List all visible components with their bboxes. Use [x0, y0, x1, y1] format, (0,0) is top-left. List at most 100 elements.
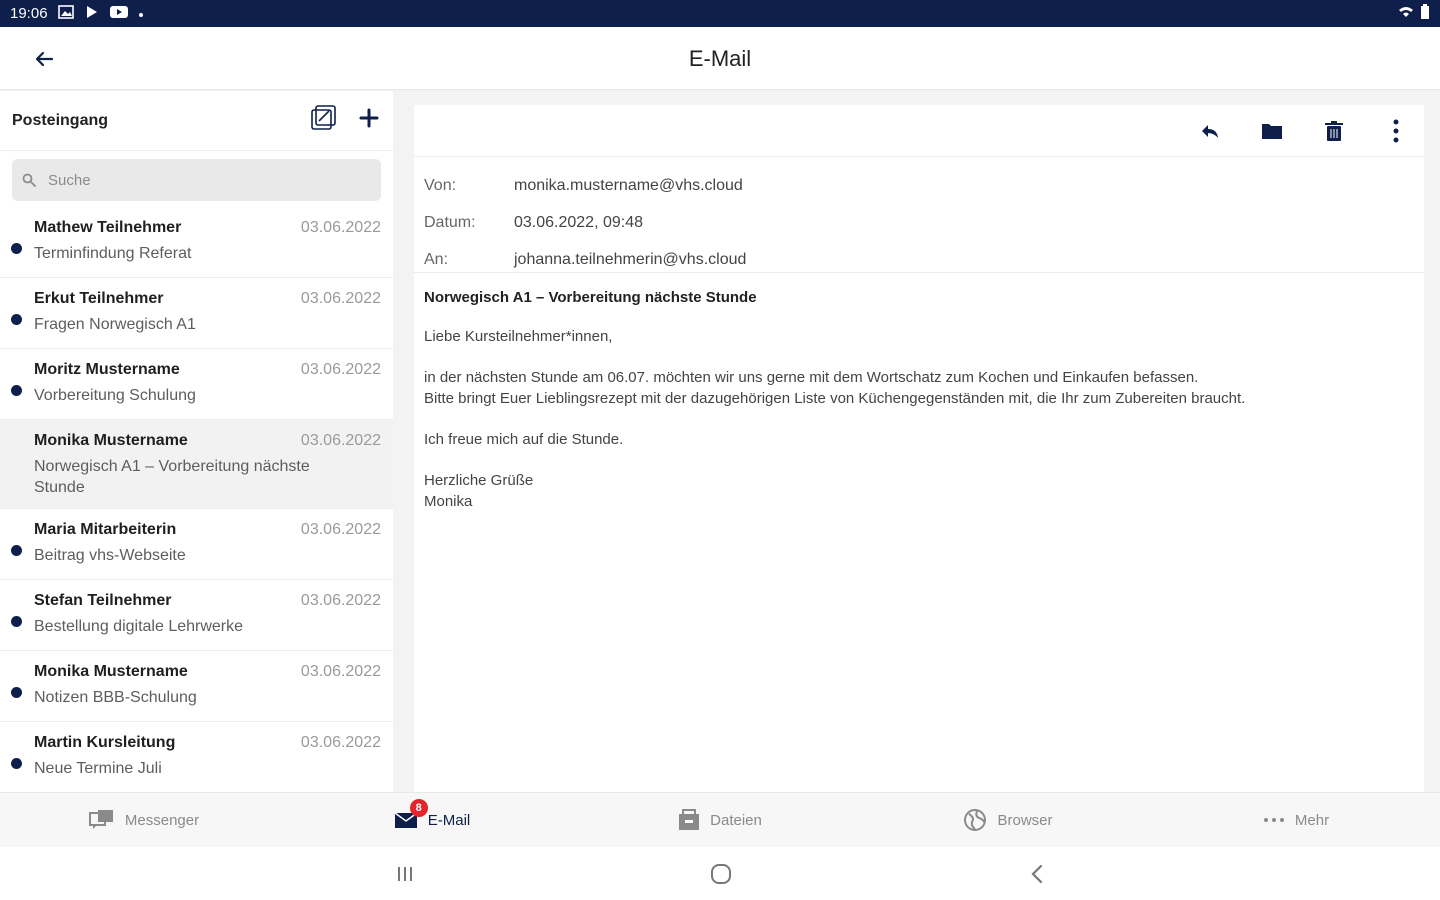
- nav-label: Browser: [997, 811, 1053, 829]
- mail-date: 03.06.2022: [300, 290, 381, 307]
- message-closing: Herzliche Grüße Monika: [424, 470, 1414, 512]
- gallery-icon: [57, 4, 74, 23]
- mail-date: 03.06.2022: [300, 432, 381, 449]
- notification-dot-icon: [138, 5, 144, 22]
- mail-list-item[interactable]: Moritz Mustername 03.06.2022 Vorbereitun…: [0, 349, 393, 420]
- nav-browser[interactable]: Browser: [864, 793, 1152, 847]
- unread-count-badge: 8: [409, 799, 428, 817]
- mail-date: 03.06.2022: [300, 521, 381, 538]
- battery-icon: [1420, 3, 1430, 24]
- date-value: 03.06.2022, 09:48: [514, 213, 644, 231]
- browser-icon: [964, 809, 987, 831]
- unread-dot: [11, 545, 22, 556]
- search-input[interactable]: [48, 171, 348, 189]
- message-line: Bitte bringt Euer Lieblingsrezept mit de…: [424, 390, 1246, 407]
- pane-divider: [393, 91, 414, 792]
- chevron-left-icon: [1031, 864, 1043, 884]
- home-icon: [711, 864, 731, 884]
- from-value[interactable]: monika.mustername@vhs.cloud: [514, 177, 743, 195]
- messenger-icon: [88, 810, 113, 829]
- delete-button[interactable]: [1322, 119, 1346, 143]
- nav-files[interactable]: Dateien: [576, 793, 864, 847]
- mail-date: 03.06.2022: [300, 361, 381, 378]
- mail-subject: Vorbereitung Schulung: [34, 387, 196, 404]
- search-bar: [12, 159, 381, 201]
- to-value[interactable]: johanna.teilnehmerin@vhs.cloud: [514, 251, 746, 269]
- folder-title: Posteingang: [12, 111, 109, 129]
- plus-icon: [359, 108, 379, 128]
- reply-icon: [1202, 124, 1218, 138]
- date-label: Datum:: [424, 213, 476, 231]
- status-time: 19:06: [10, 5, 48, 22]
- mail-sender: Martin Kursleitung: [34, 734, 176, 751]
- nav-email[interactable]: 8 E-Mail: [288, 793, 576, 847]
- reply-button[interactable]: [1198, 119, 1222, 143]
- mail-subject: Norwegisch A1 – Vorbereitung nächste Stu…: [34, 458, 310, 496]
- recent-apps-icon: [398, 867, 412, 881]
- message-subject: Norwegisch A1 – Vorbereitung nächste Stu…: [424, 289, 757, 306]
- recent-apps-button[interactable]: [390, 861, 420, 887]
- more-options-button[interactable]: [1384, 119, 1408, 143]
- status-bar: 19:06: [0, 0, 1440, 27]
- mail-list-item[interactable]: Maria Mitarbeiterin 03.06.2022 Beitrag v…: [0, 509, 393, 580]
- mail-sender: Mathew Teilnehmer: [34, 219, 182, 236]
- mail-list-item[interactable]: Stefan Teilnehmer 03.06.2022 Bestellung …: [0, 580, 393, 651]
- unread-dot: [11, 687, 22, 698]
- mail-list-pane: Posteingang Mathew Teilnehmer 03.06.2022…: [0, 91, 393, 792]
- from-label: Von:: [424, 176, 457, 194]
- closing-text: Herzliche Grüße: [424, 472, 534, 489]
- mail-list-item[interactable]: Mathew Teilnehmer 03.06.2022 Terminfindu…: [0, 207, 393, 278]
- mail-sender: Monika Mustername: [34, 663, 188, 680]
- nav-label: Dateien: [710, 811, 762, 829]
- nav-more[interactable]: Mehr: [1152, 793, 1440, 847]
- youtube-icon: [109, 5, 128, 23]
- search-icon: [22, 173, 36, 187]
- mail-date: 03.06.2022: [300, 219, 381, 236]
- signature-text: Monika: [424, 493, 473, 510]
- mail-list-item[interactable]: Erkut Teilnehmer 03.06.2022 Fragen Norwe…: [0, 278, 393, 349]
- compose-button[interactable]: [359, 108, 379, 133]
- date-row: Datum: 03.06.2022, 09:48: [424, 204, 1414, 241]
- mail-sender: Monika Mustername: [34, 432, 188, 449]
- message-paragraph: Ich freue mich auf die Stunde.: [424, 431, 624, 448]
- trash-icon: [1325, 120, 1343, 141]
- mail-list-item-selected[interactable]: Monika Mustername 03.06.2022 Norwegisch …: [0, 420, 393, 509]
- folder-icon: [1262, 123, 1282, 139]
- system-navigation-bar: [0, 847, 1440, 900]
- more-horizontal-icon: [1263, 818, 1284, 822]
- mail-subject: Terminfindung Referat: [34, 245, 192, 262]
- mail-subject: Fragen Norwegisch A1: [34, 316, 196, 333]
- message-reader: Von: monika.mustername@vhs.cloud Datum: …: [414, 105, 1424, 792]
- mail-date: 03.06.2022: [300, 734, 381, 751]
- page-title: E-Mail: [688, 46, 752, 71]
- mail-sender: Maria Mitarbeiterin: [34, 521, 177, 538]
- select-mode-button[interactable]: [309, 104, 337, 137]
- to-label: An:: [424, 250, 449, 268]
- unread-dot: [11, 314, 22, 325]
- wifi-icon: [1398, 5, 1414, 23]
- files-icon: [679, 809, 700, 830]
- move-to-folder-button[interactable]: [1260, 119, 1284, 143]
- mail-list-item[interactable]: Monika Mustername 03.06.2022 Notizen BBB…: [0, 651, 393, 722]
- nav-messenger[interactable]: Messenger: [0, 793, 288, 847]
- unread-dot: [11, 243, 22, 254]
- edit-select-icon: [311, 105, 336, 130]
- unread-dot: [11, 758, 22, 769]
- message-meta: Von: monika.mustername@vhs.cloud Datum: …: [414, 157, 1424, 273]
- home-button[interactable]: [706, 861, 736, 887]
- system-back-button[interactable]: [1022, 861, 1052, 887]
- mail-date: 03.06.2022: [300, 663, 381, 680]
- mail-subject: Beitrag vhs-Webseite: [34, 547, 186, 564]
- mail-subject: Notizen BBB-Schulung: [34, 689, 197, 706]
- mail-list-item[interactable]: Martin Kursleitung 03.06.2022 Neue Termi…: [0, 722, 393, 792]
- mail-date: 03.06.2022: [300, 592, 381, 609]
- mail-subject: Neue Termine Juli: [34, 760, 162, 777]
- message-toolbar: [414, 105, 1424, 157]
- nav-label: E-Mail: [427, 811, 471, 829]
- app-bar: E-Mail: [0, 27, 1440, 90]
- mail-list-header: Posteingang: [0, 91, 393, 151]
- bottom-navigation: Messenger 8 E-Mail Dateien Browser Mehr: [0, 792, 1440, 847]
- mail-list: Mathew Teilnehmer 03.06.2022 Terminfindu…: [0, 207, 393, 792]
- message-paragraph: in der nächsten Stunde am 06.07. möchten…: [424, 367, 1414, 409]
- mail-sender: Moritz Mustername: [34, 361, 180, 378]
